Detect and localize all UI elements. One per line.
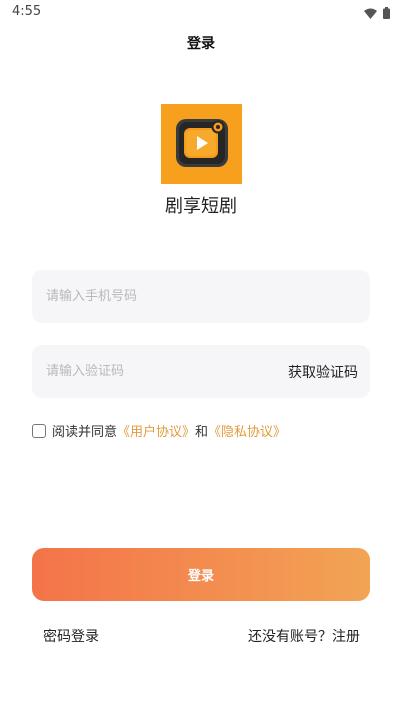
agreement-row: 阅读并同意 《用户协议》 和 《隐私协议》: [32, 421, 286, 440]
status-icons: [364, 4, 390, 23]
phone-field: [32, 270, 370, 323]
tv-play-icon: [173, 113, 231, 175]
agreement-prefix: 阅读并同意: [52, 425, 118, 440]
status-time: 4:55: [12, 4, 42, 19]
phone-input[interactable]: [44, 288, 358, 305]
register-link[interactable]: 注册: [332, 629, 360, 645]
status-bar: 4:55: [0, 0, 402, 24]
wifi-icon: [364, 4, 377, 23]
code-field: 获取验证码: [32, 345, 370, 398]
register-row: 还没有账号？注册: [248, 626, 360, 646]
user-agreement-link[interactable]: 《用户协议》: [117, 421, 195, 440]
register-prompt: 还没有账号？: [248, 629, 332, 645]
verification-code-input[interactable]: [44, 363, 288, 380]
get-code-button[interactable]: 获取验证码: [288, 362, 358, 382]
privacy-agreement-link[interactable]: 《隐私协议》: [208, 421, 286, 440]
agreement-checkbox[interactable]: [32, 423, 46, 438]
app-logo: [161, 104, 242, 184]
app-name: 剧享短剧: [165, 196, 237, 217]
agreement-joiner: 和: [195, 425, 209, 440]
page-title: 登录: [187, 36, 215, 52]
login-button[interactable]: 登录: [32, 548, 370, 601]
password-login-link[interactable]: 密码登录: [43, 626, 99, 646]
battery-icon: [383, 4, 390, 23]
